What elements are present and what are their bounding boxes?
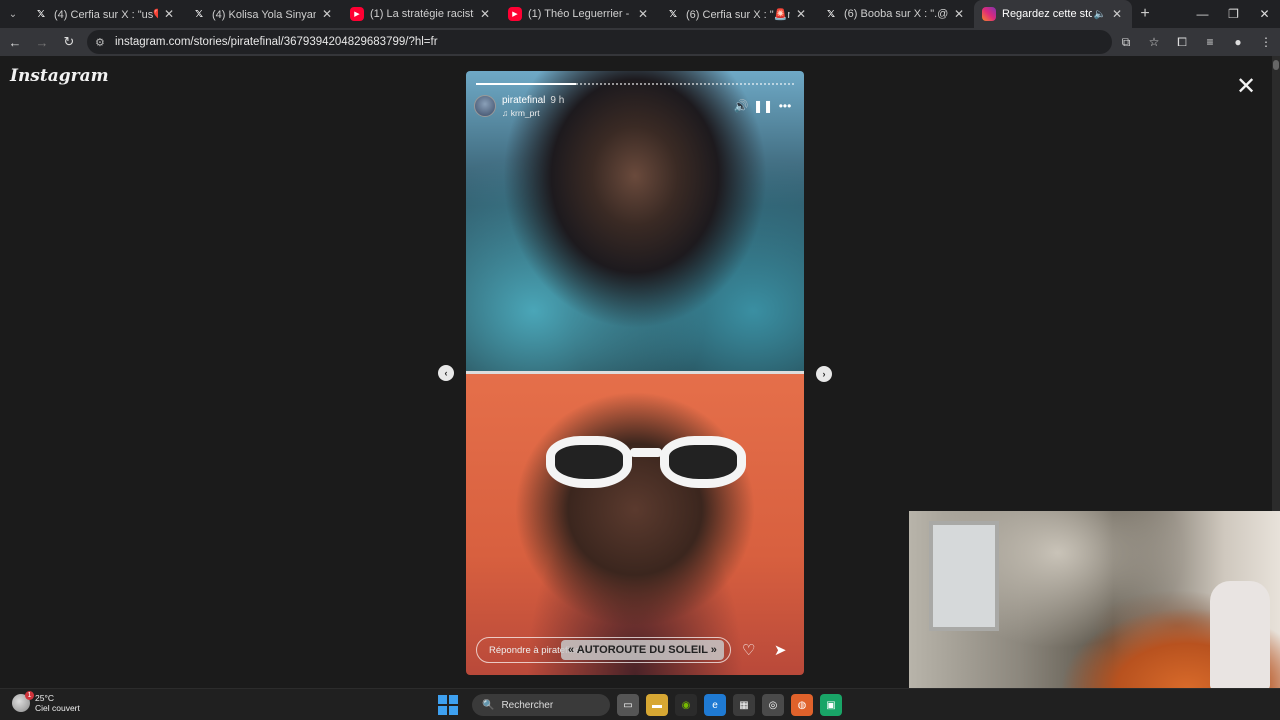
tab-title: (4) Cerfia sur X : "us❤️ FLASH |	[54, 8, 158, 21]
cloud-icon	[12, 691, 34, 712]
file-explorer-icon[interactable]: ▬	[646, 694, 668, 716]
story-controls: 🔊 ❚❚ •••	[730, 99, 796, 113]
toolbar-actions: ⧉ ☆ ⧠ ≡ ● ⋮	[1112, 35, 1280, 50]
firefox-icon[interactable]: ◍	[791, 694, 813, 716]
plus-icon: +	[1140, 5, 1150, 22]
close-story-icon[interactable]: ✕	[1236, 72, 1256, 101]
sunglasses-graphic	[546, 430, 746, 494]
instagram-icon	[982, 7, 996, 21]
tab-instagram-story[interactable]: Regardez cette story de 🔈 ✕	[974, 0, 1132, 28]
edge-browser-icon[interactable]: e	[704, 694, 726, 716]
taskbar-apps: 🔍 Rechercher ▭ ▬ ◉ e ▦ ◎ ◍ ▣	[438, 693, 842, 717]
story-time: 9 h	[550, 94, 565, 106]
taskbar-search[interactable]: 🔍 Rechercher	[472, 694, 610, 716]
heart-icon[interactable]: ♡	[735, 641, 763, 659]
search-icon: 🔍	[482, 699, 495, 711]
back-arrow-icon[interactable]: ←	[3, 30, 27, 54]
youtube-icon: ▶	[508, 7, 522, 21]
screen: ⌄ 𝕏 (4) Cerfia sur X : "us❤️ FLASH | ✕ 𝕏…	[0, 0, 1280, 720]
new-tab-button[interactable]: +	[1132, 5, 1158, 23]
install-app-icon[interactable]: ⧉	[1112, 35, 1140, 50]
story-photo-bottom	[466, 374, 804, 675]
tab-cerfia-2[interactable]: 𝕏 (6) Cerfia sur X : "🚨re FLASH | ✕	[658, 0, 816, 28]
previous-story-button[interactable]: ‹	[438, 365, 454, 381]
extensions-icon[interactable]: ⧠	[1168, 35, 1196, 50]
store-icon[interactable]: ▦	[733, 694, 755, 716]
tab-kolisa[interactable]: 𝕏 (4) Kolisa Yola Sinyanya (PhD) 🌍 ✕	[184, 0, 342, 28]
youtube-icon: ▶	[350, 7, 364, 21]
tab-cerfia-1[interactable]: 𝕏 (4) Cerfia sur X : "us❤️ FLASH | ✕	[26, 0, 184, 28]
address-bar[interactable]: ⚙ instagram.com/stories/piratefinal/3679…	[87, 30, 1112, 54]
story-progress-bar	[476, 83, 794, 85]
url-text: instagram.com/stories/piratefinal/367939…	[115, 36, 438, 48]
weather-widget[interactable]: 25°C Ciel couvert	[12, 691, 80, 713]
tab-search-button[interactable]: ⌄	[0, 0, 26, 28]
tab-strategie-raciste[interactable]: ▶ (1) La stratégie raciste - YouTub ✕	[342, 0, 500, 28]
close-tab-icon[interactable]: ✕	[478, 7, 492, 21]
close-tab-icon[interactable]: ✕	[952, 7, 966, 21]
x-logo-icon: 𝕏	[194, 8, 204, 20]
task-view-icon[interactable]: ▭	[617, 694, 639, 716]
next-story-button[interactable]: ›	[816, 366, 832, 382]
close-tab-icon[interactable]: ✕	[162, 7, 176, 21]
music-note-icon: ♫	[502, 107, 511, 118]
tab-title: (4) Kolisa Yola Sinyanya (PhD) 🌍	[212, 8, 316, 21]
close-tab-icon[interactable]: ✕	[794, 7, 808, 21]
close-tab-icon[interactable]: ✕	[320, 7, 334, 21]
media-controls-icon[interactable]: ≡	[1196, 35, 1224, 49]
close-window-icon[interactable]: ✕	[1249, 0, 1280, 28]
story-sticker: « AUTOROUTE DU SOLEIL »	[561, 640, 724, 660]
tab-title: (1) La stratégie raciste - YouTub	[370, 8, 474, 20]
avatar[interactable]	[474, 95, 496, 117]
webcam-chair	[1210, 581, 1270, 691]
site-info-icon[interactable]: ⚙	[95, 36, 109, 49]
tab-title: (1) Théo Leguerrier - YouTube	[528, 8, 632, 20]
music-credit[interactable]: krm_prt	[511, 108, 540, 118]
story-header: piratefinal 9 h ♫ krm_prt 🔊 ❚❚ •••	[474, 93, 796, 119]
windows-taskbar: 25°C Ciel couvert 🔍 Rechercher ▭ ▬ ◉ e ▦…	[0, 688, 1280, 720]
x-logo-icon: 𝕏	[826, 8, 836, 20]
tab-title: (6) Cerfia sur X : "🚨re FLASH |	[686, 8, 790, 21]
volume-icon[interactable]: 🔊	[730, 99, 752, 113]
close-tab-icon[interactable]: ✕	[636, 7, 650, 21]
story-footer: Répondre à piratefinal... « AUTOROUTE DU…	[476, 636, 794, 664]
more-options-icon[interactable]: •••	[774, 99, 796, 113]
app-green-icon[interactable]: ▣	[820, 694, 842, 716]
reply-input[interactable]: Répondre à piratefinal... « AUTOROUTE DU…	[476, 637, 731, 663]
reload-icon[interactable]: ↻	[57, 30, 81, 54]
bookmark-star-icon[interactable]: ☆	[1140, 35, 1168, 49]
instagram-logo[interactable]: Instagram	[10, 66, 109, 86]
weather-temp: 25°C	[35, 693, 54, 703]
close-tab-icon[interactable]: ✕	[1110, 7, 1124, 21]
window-controls: — ❐ ✕	[1187, 0, 1280, 28]
story-card[interactable]: piratefinal 9 h ♫ krm_prt 🔊 ❚❚ ••• Répond…	[466, 71, 804, 675]
tab-title: (6) Booba sur X : ".@Anyme023	[844, 8, 948, 20]
username[interactable]: piratefinal	[502, 95, 545, 106]
chevron-right-icon: ›	[822, 369, 826, 379]
tab-theo-leguerrier[interactable]: ▶ (1) Théo Leguerrier - YouTube ✕	[500, 0, 658, 28]
tab-booba[interactable]: 𝕏 (6) Booba sur X : ".@Anyme023 ✕	[816, 0, 974, 28]
audio-playing-icon[interactable]: 🔈	[1094, 9, 1106, 20]
browser-toolbar: ← → ↻ ⚙ instagram.com/stories/piratefina…	[0, 28, 1280, 56]
weather-desc: Ciel couvert	[35, 703, 80, 713]
chevron-left-icon: ‹	[444, 368, 448, 378]
profile-icon[interactable]: ●	[1224, 35, 1252, 49]
chevron-down-icon: ⌄	[8, 8, 18, 20]
restore-icon[interactable]: ❐	[1218, 0, 1249, 28]
minimize-icon[interactable]: —	[1187, 0, 1218, 28]
tab-strip: ⌄ 𝕏 (4) Cerfia sur X : "us❤️ FLASH | ✕ 𝕏…	[0, 0, 1280, 28]
x-logo-icon: 𝕏	[668, 8, 678, 20]
forward-arrow-icon[interactable]: →	[30, 30, 54, 54]
pause-icon[interactable]: ❚❚	[752, 99, 774, 113]
tab-title: Regardez cette story de	[1002, 8, 1092, 20]
windows-start-icon[interactable]	[438, 695, 458, 715]
x-logo-icon: 𝕏	[36, 8, 46, 20]
menu-kebab-icon[interactable]: ⋮	[1252, 35, 1280, 49]
story-author: piratefinal 9 h ♫ krm_prt	[502, 95, 564, 118]
webcam-background-window	[929, 521, 999, 631]
send-icon[interactable]: ➤	[766, 641, 794, 659]
nvidia-icon[interactable]: ◉	[675, 694, 697, 716]
search-placeholder: Rechercher	[501, 699, 554, 711]
chrome-icon[interactable]: ◎	[762, 694, 784, 716]
